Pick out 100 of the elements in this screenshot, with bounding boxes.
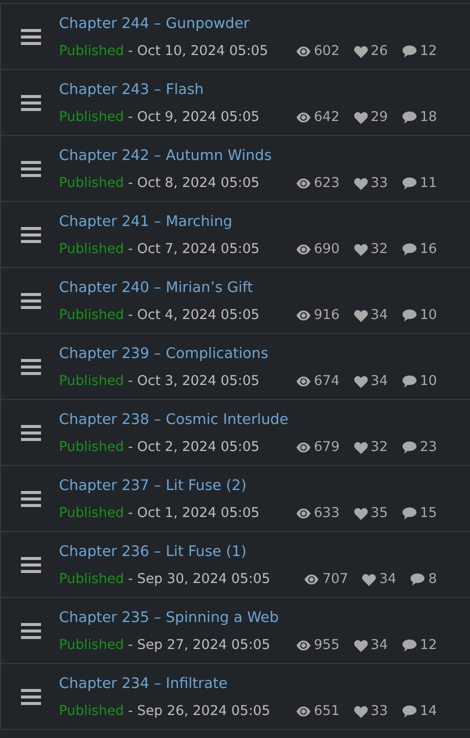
- eye-icon: [296, 244, 311, 255]
- publish-date: - Oct 2, 2024 05:05: [128, 438, 260, 458]
- publish-date: - Oct 4, 2024 05:05: [128, 306, 260, 326]
- status-text: Published: [59, 504, 124, 524]
- comment-count: 16: [420, 240, 437, 260]
- eye-icon: [296, 310, 311, 321]
- heart-icon: [354, 442, 368, 454]
- like-count: 26: [370, 42, 388, 62]
- comment-icon: [402, 639, 417, 652]
- drag-handle-icon[interactable]: [21, 688, 41, 704]
- drag-handle-icon[interactable]: [21, 292, 41, 308]
- heart-icon: [354, 112, 368, 124]
- comment-count: 10: [420, 306, 437, 326]
- comment-icon: [410, 573, 426, 586]
- chapter-title-link[interactable]: Chapter 234 – Infiltrate: [59, 676, 228, 694]
- heart-icon: [354, 640, 368, 652]
- status-text: Published: [59, 570, 124, 590]
- view-count: 916: [314, 306, 340, 326]
- drag-handle-icon[interactable]: [21, 556, 41, 572]
- comment-count: 15: [420, 504, 437, 524]
- view-count: 642: [314, 108, 340, 128]
- view-count: 602: [314, 42, 340, 62]
- like-count: 33: [370, 174, 388, 194]
- like-count: 32: [370, 240, 388, 260]
- drag-handle-icon[interactable]: [21, 358, 41, 374]
- chapter-title-link[interactable]: Chapter 244 – Gunpowder: [59, 16, 250, 34]
- comment-icon: [402, 45, 417, 58]
- chapter-title-link[interactable]: Chapter 238 – Cosmic Interlude: [59, 412, 288, 430]
- view-count: 679: [314, 438, 340, 458]
- comment-icon: [402, 177, 417, 190]
- view-count: 955: [314, 636, 340, 656]
- chapter-title-link[interactable]: Chapter 239 – Complications: [59, 346, 268, 364]
- eye-icon: [304, 574, 320, 585]
- eye-icon: [296, 46, 311, 57]
- comment-count: 10: [420, 372, 437, 392]
- comment-icon: [402, 111, 417, 124]
- like-count: 29: [370, 108, 388, 128]
- status-text: Published: [59, 702, 124, 722]
- eye-icon: [296, 706, 311, 717]
- drag-handle-icon[interactable]: [21, 160, 41, 176]
- status-text: Published: [59, 636, 124, 656]
- publish-date: - Oct 7, 2024 05:05: [128, 240, 260, 260]
- like-count: 35: [370, 504, 388, 524]
- heart-icon: [354, 508, 368, 520]
- publish-date: - Oct 10, 2024 05:05: [128, 42, 268, 62]
- like-count: 34: [370, 306, 388, 326]
- status-text: Published: [59, 42, 124, 62]
- view-count: 633: [314, 504, 340, 524]
- comment-icon: [402, 243, 417, 256]
- like-count: 34: [379, 570, 396, 590]
- status-text: Published: [59, 108, 124, 128]
- heart-icon: [354, 376, 368, 388]
- chapter-title-link[interactable]: Chapter 236 – Lit Fuse (1): [59, 544, 246, 562]
- view-count: 623: [314, 174, 340, 194]
- eye-icon: [296, 178, 311, 189]
- eye-icon: [296, 640, 311, 651]
- comment-icon: [402, 705, 417, 718]
- drag-handle-icon[interactable]: [21, 622, 41, 638]
- comment-count: 23: [420, 438, 437, 458]
- chapter-title-link[interactable]: Chapter 235 – Spinning a Web: [59, 610, 279, 628]
- like-count: 32: [370, 438, 388, 458]
- publish-date: - Oct 8, 2024 05:05: [128, 174, 260, 194]
- publish-date: - Oct 9, 2024 05:05: [128, 108, 260, 128]
- heart-icon: [354, 310, 368, 322]
- eye-icon: [296, 112, 311, 123]
- view-count: 707: [322, 570, 348, 590]
- comment-icon: [402, 507, 417, 520]
- view-count: 690: [314, 240, 340, 260]
- heart-icon: [354, 178, 368, 190]
- publish-date: - Sep 27, 2024 05:05: [128, 636, 270, 656]
- comment-count: 12: [420, 42, 437, 62]
- status-text: Published: [59, 306, 124, 326]
- status-text: Published: [59, 438, 124, 458]
- heart-icon: [354, 244, 368, 256]
- status-text: Published: [59, 174, 124, 194]
- comment-icon: [402, 375, 417, 388]
- view-count: 674: [314, 372, 340, 392]
- like-count: 34: [370, 372, 388, 392]
- chapter-title-link[interactable]: Chapter 243 – Flash: [59, 82, 204, 100]
- eye-icon: [296, 376, 311, 387]
- publish-date: - Sep 30, 2024 05:05: [128, 570, 270, 590]
- comment-count: 12: [420, 636, 437, 656]
- chapter-title-link[interactable]: Chapter 240 – Mirian’s Gift: [59, 280, 253, 298]
- publish-date: - Oct 1, 2024 05:05: [128, 504, 260, 524]
- chapter-title-link[interactable]: Chapter 237 – Lit Fuse (2): [59, 478, 246, 496]
- comment-count: 14: [420, 702, 437, 722]
- drag-handle-icon[interactable]: [21, 226, 41, 242]
- comment-icon: [402, 309, 417, 322]
- chapter-title-link[interactable]: Chapter 242 – Autumn Winds: [59, 148, 272, 166]
- publish-date: - Sep 26, 2024 05:05: [128, 702, 270, 722]
- chapter-title-link[interactable]: Chapter 241 – Marching: [59, 214, 232, 232]
- status-text: Published: [59, 240, 124, 260]
- drag-handle-icon[interactable]: [21, 94, 41, 110]
- drag-handle-icon[interactable]: [21, 424, 41, 440]
- drag-handle-icon[interactable]: [21, 490, 41, 506]
- comment-icon: [402, 441, 417, 454]
- drag-handle-icon[interactable]: [21, 28, 41, 44]
- status-text: Published: [59, 372, 124, 392]
- heart-icon: [362, 574, 376, 586]
- like-count: 34: [370, 636, 388, 656]
